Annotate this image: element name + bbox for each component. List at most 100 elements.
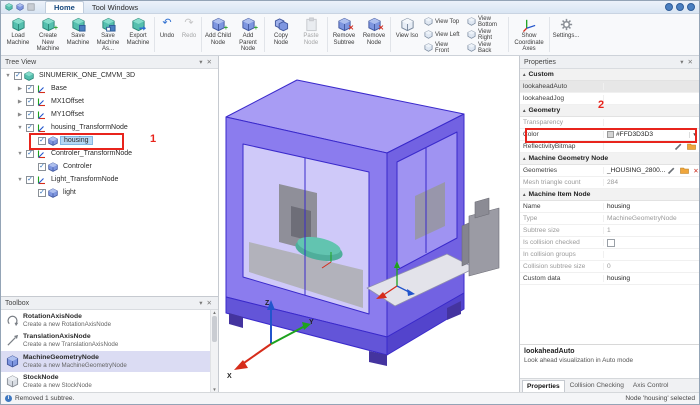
toolbox-item-translationaxisnode[interactable]: TranslationAxisNode Create a new Transla… — [1, 331, 218, 352]
property-value[interactable]: _HOUSING_2800... ✕ — [604, 166, 699, 175]
section-custom[interactable]: ▴ Custom — [520, 69, 699, 81]
viewport-3d[interactable]: Z Y X — [219, 56, 519, 392]
quick-access-icon-2[interactable] — [16, 3, 24, 11]
folder-icon[interactable] — [687, 142, 696, 151]
tree-node-my1offset[interactable]: ▶ ✓ MY1Offset — [1, 108, 218, 121]
visibility-checkbox[interactable]: ✓ — [26, 97, 34, 106]
tab-collision-checking[interactable]: Collision Checking — [566, 379, 628, 392]
titlebar-button-3[interactable] — [687, 3, 695, 11]
scroll-up-icon[interactable]: ▲ — [212, 310, 216, 315]
tab-home[interactable]: Home — [45, 1, 84, 13]
section-machine-geometry-node[interactable]: ▴ Machine Geometry Node — [520, 153, 699, 165]
visibility-checkbox[interactable]: ✓ — [38, 136, 46, 145]
visibility-checkbox[interactable]: ✓ — [26, 123, 34, 132]
tab-axis-control[interactable]: Axis Control — [629, 379, 673, 392]
tree-node-sinumerik-one-cmvm-3d[interactable]: ▼ ✓ SINUMERIK_ONE_CMVM_3D — [1, 69, 218, 82]
property-value[interactable]: housing — [604, 203, 699, 210]
visibility-checkbox[interactable]: ✓ — [38, 162, 46, 171]
pin-chevron-icon[interactable]: ▾ — [678, 58, 685, 66]
expand-arrow-icon[interactable]: ▶ — [16, 86, 24, 92]
titlebar-button-1[interactable] — [665, 3, 673, 11]
quick-access-icon-3[interactable] — [27, 3, 35, 11]
close-icon[interactable]: ✕ — [686, 58, 695, 66]
property-label: Name — [520, 203, 604, 210]
expand-arrow-icon[interactable]: ▼ — [16, 151, 24, 157]
pin-chevron-icon[interactable]: ▾ — [197, 58, 204, 66]
add-parent-node-button[interactable]: + Add Parent Node — [233, 15, 263, 54]
view-bottom-button[interactable]: View Bottom — [465, 15, 507, 28]
redo-button[interactable]: ↷ Redo — [178, 15, 200, 54]
edit-icon[interactable] — [674, 142, 683, 151]
tree-node-controler-transformnode[interactable]: ▼ ✓ Controler_TransformNode — [1, 147, 218, 160]
color-value-dropdown[interactable]: #FFD3D3D3 ▾ — [604, 131, 699, 138]
tree-node-mx1offset[interactable]: ▶ ✓ MX1Offset — [1, 95, 218, 108]
property-row-name[interactable]: Name housing — [520, 201, 699, 213]
pin-chevron-icon[interactable]: ▾ — [197, 299, 204, 307]
tree-node-light-transformnode[interactable]: ▼ ✓ Light_TransformNode — [1, 173, 218, 186]
create-new-machine-button[interactable]: + Create New Machine — [33, 15, 63, 54]
left-column: Tree View ▾ ✕ ▼ ✓ SINUMERIK_ONE_CMVM_3D … — [1, 56, 219, 392]
property-label: In collision groups — [520, 251, 604, 258]
folder-icon[interactable] — [680, 166, 690, 175]
show-coordinate-axes-button[interactable]: Show Coordinate Axes — [510, 15, 548, 54]
tree-node-housing[interactable]: ✓ housing — [1, 134, 218, 147]
view-front-button[interactable]: View Front — [422, 41, 464, 54]
property-row-lookaheadjog[interactable]: lookaheadJog — [520, 93, 699, 105]
view-top-button[interactable]: View Top — [422, 15, 464, 28]
scroll-down-icon[interactable]: ▼ — [212, 387, 216, 392]
load-machine-button[interactable]: Load Machine — [3, 15, 33, 54]
quick-access-icon-1[interactable] — [5, 3, 13, 11]
edit-icon[interactable] — [667, 166, 676, 175]
tree-node-light[interactable]: ✓ light — [1, 186, 218, 199]
dropdown-arrow-icon[interactable]: ▾ — [689, 131, 696, 138]
clear-icon[interactable]: ✕ — [693, 167, 698, 175]
export-machine-button[interactable]: Export Machine — [123, 15, 153, 54]
scrollbar-thumb[interactable] — [212, 316, 217, 342]
titlebar-button-2[interactable] — [676, 3, 684, 11]
expand-arrow-icon[interactable]: ▶ — [16, 99, 24, 105]
close-icon[interactable]: ✕ — [205, 58, 214, 66]
visibility-checkbox[interactable]: ✓ — [26, 110, 34, 119]
tree-node-controler[interactable]: ✓ Controler — [1, 160, 218, 173]
expand-arrow-icon[interactable]: ▼ — [16, 177, 24, 183]
view-left-button[interactable]: View Left — [422, 28, 464, 41]
toolbox-item-machinegeometrynode[interactable]: MachineGeometryNode Create a new Machine… — [1, 351, 218, 372]
view-back-button[interactable]: View Back — [465, 41, 507, 54]
collision-checkbox[interactable] — [607, 238, 615, 247]
expand-arrow-icon[interactable]: ▶ — [16, 112, 24, 118]
visibility-checkbox[interactable]: ✓ — [14, 71, 22, 80]
tab-properties[interactable]: Properties — [522, 380, 565, 392]
property-value[interactable] — [604, 142, 699, 151]
expand-arrow-icon[interactable]: ▼ — [4, 73, 12, 79]
toolbox-item-stocknode[interactable]: StockNode Create a new StockNode — [1, 372, 218, 393]
save-machine-as-button[interactable]: Save Machine As... — [93, 15, 123, 54]
add-child-node-button[interactable]: + Add Child Node — [203, 15, 233, 54]
visibility-checkbox[interactable]: ✓ — [26, 84, 34, 93]
undo-button[interactable]: ↶ Undo — [156, 15, 178, 54]
remove-subtree-button[interactable]: ✕ Remove Subtree — [329, 15, 359, 54]
toolbox-item-rotationaxisnode[interactable]: RotationAxisNode Create a new RotationAx… — [1, 310, 218, 331]
save-machine-button[interactable]: Save Machine — [63, 15, 93, 54]
tree-node-housing-transformnode[interactable]: ▼ ✓ housing_TransformNode — [1, 121, 218, 134]
tree-node-base[interactable]: ▶ ✓ Base — [1, 82, 218, 95]
toolbox-scrollbar[interactable]: ▲ ▼ — [210, 310, 218, 392]
paste-node-button[interactable]: Paste Node — [296, 15, 326, 54]
property-row-custom-data[interactable]: Custom data housing — [520, 273, 699, 285]
tab-tool-windows[interactable]: Tool Windows — [84, 2, 146, 13]
tree-node-label: Controler — [63, 163, 92, 170]
paste-node-label: Paste Node — [303, 33, 319, 46]
section-machine-item-node[interactable]: ▴ Machine Item Node — [520, 189, 699, 201]
close-icon[interactable]: ✕ — [205, 299, 214, 307]
visibility-checkbox[interactable]: ✓ — [26, 149, 34, 158]
visibility-checkbox[interactable]: ✓ — [38, 188, 46, 197]
view-iso-button[interactable]: View Iso — [392, 15, 422, 54]
settings-button[interactable]: Settings... — [551, 15, 581, 54]
property-row-lookaheadauto[interactable]: lookaheadAuto — [520, 81, 699, 93]
copy-node-button[interactable]: Copy Node — [266, 15, 296, 54]
property-value[interactable]: housing — [604, 275, 699, 282]
section-geometry[interactable]: ▴ Geometry — [520, 105, 699, 117]
visibility-checkbox[interactable]: ✓ — [26, 175, 34, 184]
expand-arrow-icon[interactable]: ▼ — [16, 125, 24, 131]
remove-node-button[interactable]: ✕ Remove Node — [359, 15, 389, 54]
view-right-button[interactable]: View Right — [465, 28, 507, 41]
